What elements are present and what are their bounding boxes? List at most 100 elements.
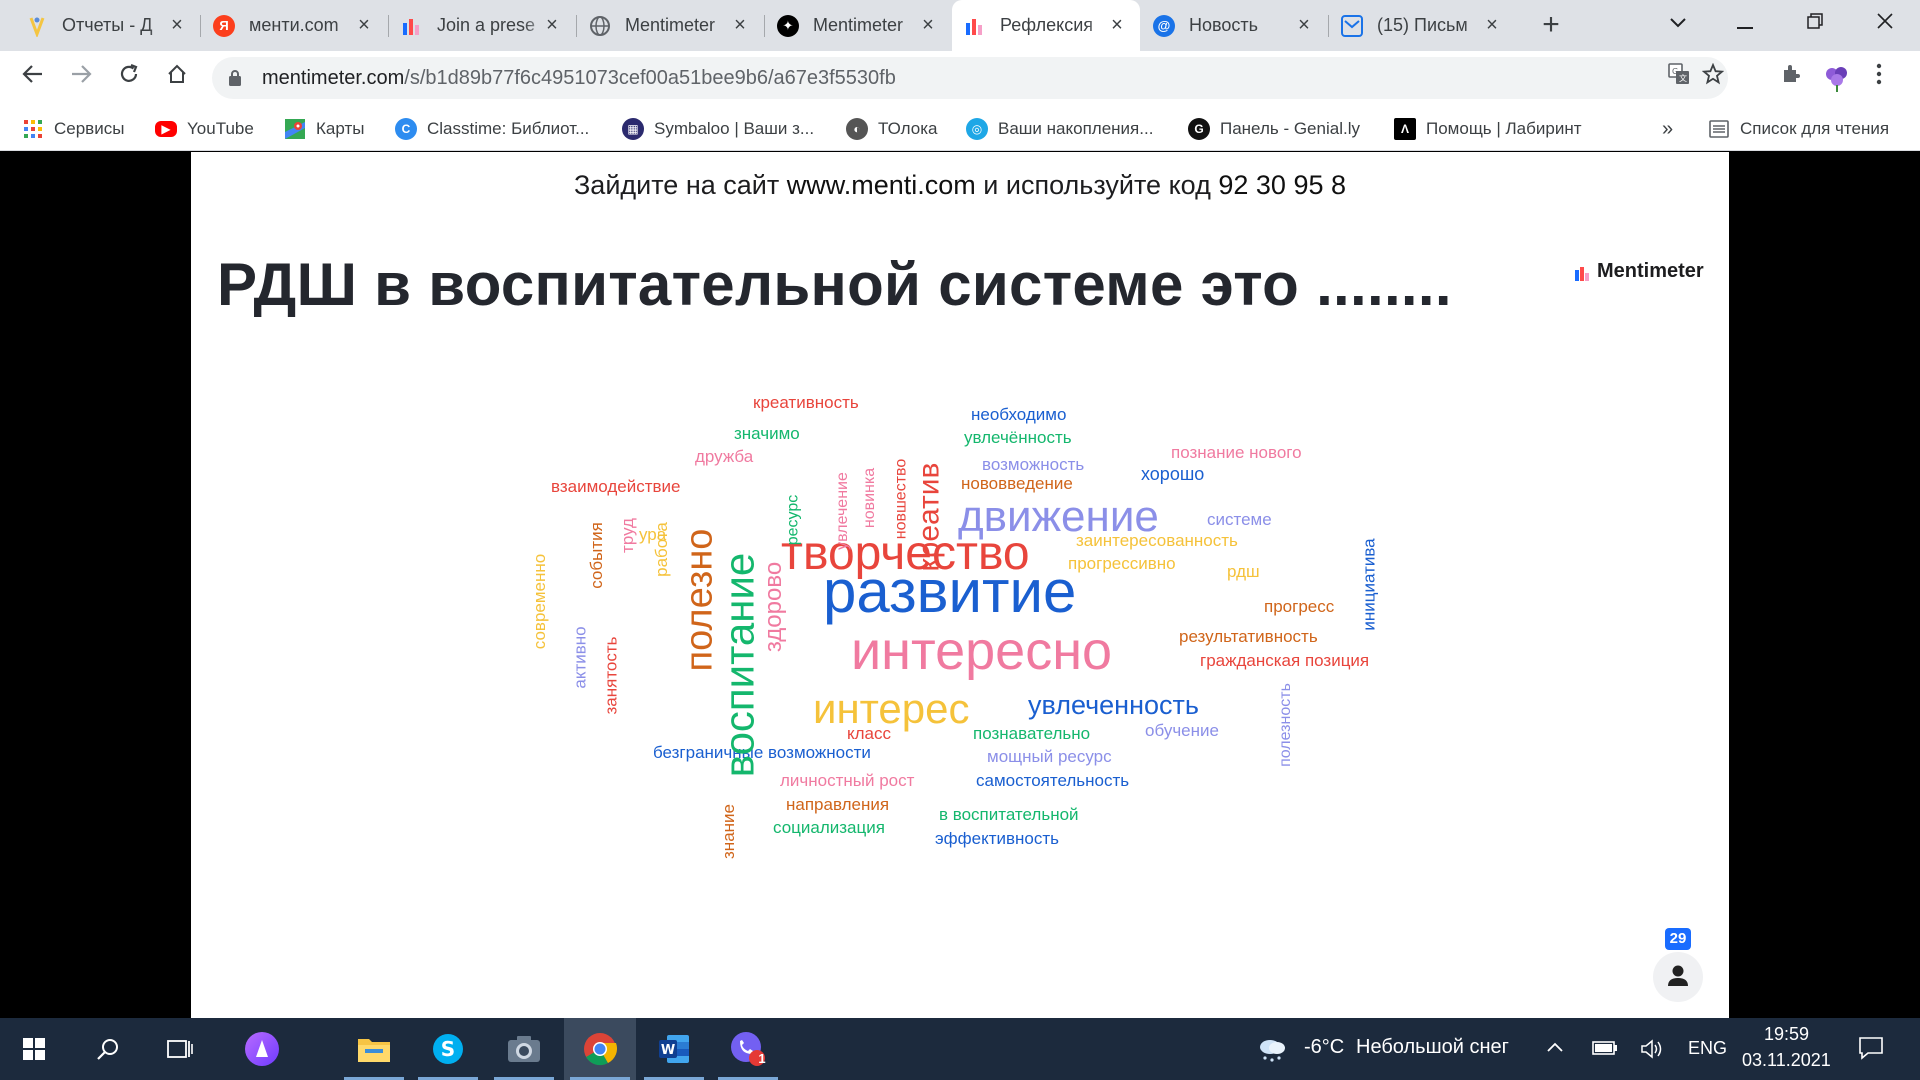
- word-cloud-word: значимо: [734, 424, 800, 443]
- savings-icon: ◎: [966, 118, 988, 140]
- skype-button[interactable]: S: [412, 1018, 484, 1080]
- bookmark-labirint[interactable]: Λ Помощь | Лабиринт: [1394, 117, 1582, 141]
- person-icon: [1668, 965, 1688, 986]
- word-cloud-word: развитие: [823, 558, 1077, 625]
- tab-title: Новость: [1189, 15, 1259, 35]
- tab-title: Рефлексия: [1000, 15, 1094, 35]
- menu-kebab-icon[interactable]: [1864, 63, 1894, 93]
- close-icon[interactable]: ×: [1106, 14, 1128, 36]
- tab-pisma[interactable]: (15) Письм ×: [1329, 0, 1515, 51]
- labirint-icon: Λ: [1394, 118, 1416, 140]
- close-icon[interactable]: ×: [729, 14, 751, 36]
- word-cloud-word: здорово: [760, 561, 788, 653]
- svg-text:G: G: [1672, 67, 1678, 76]
- new-tab-button[interactable]: +: [1535, 8, 1567, 42]
- word-cloud-word: взаимодействие: [551, 477, 681, 496]
- alice-button[interactable]: [226, 1018, 298, 1080]
- camera-button[interactable]: [488, 1018, 560, 1080]
- close-window-button[interactable]: [1862, 8, 1908, 38]
- word-cloud-word: увлечённость: [964, 428, 1072, 447]
- folder-icon: [358, 1039, 390, 1062]
- language-indicator[interactable]: ENG: [1688, 1038, 1727, 1059]
- speaker-icon: [1641, 1039, 1662, 1059]
- close-icon[interactable]: ×: [353, 14, 375, 36]
- close-icon[interactable]: ×: [166, 14, 188, 36]
- reload-button[interactable]: [112, 61, 146, 95]
- viber-badge: 1: [758, 1051, 766, 1066]
- volume-button[interactable]: [1640, 1038, 1664, 1065]
- word-cloud-word: направления: [786, 795, 890, 814]
- show-hidden-icons-button[interactable]: [1546, 1040, 1564, 1058]
- reading-list-button[interactable]: Список для чтения: [1708, 117, 1889, 141]
- file-explorer-button[interactable]: [338, 1018, 410, 1080]
- bookmark-symbaloo[interactable]: ▦ Symbaloo | Ваши з...: [622, 117, 814, 141]
- word-icon: W: [659, 1035, 689, 1063]
- genially-icon: G: [1188, 118, 1210, 140]
- bookmark-maps[interactable]: Карты: [284, 117, 364, 141]
- word-cloud-word: увлеченность: [1028, 690, 1199, 720]
- tab-mentimeter-2[interactable]: ✦ Mentimeter ×: [765, 0, 951, 51]
- word-cloud-word: прогресс: [1264, 597, 1335, 616]
- word-cloud-word: познавательно: [973, 724, 1091, 743]
- bookmark-star-icon[interactable]: [1698, 62, 1728, 93]
- bookmark-genially[interactable]: G Панель - Genial.ly: [1188, 117, 1360, 141]
- tab-yandex[interactable]: Я менти.com ×: [201, 0, 387, 51]
- search-button[interactable]: [72, 1018, 144, 1080]
- extensions-icon[interactable]: [1776, 63, 1806, 93]
- word-cloud-word: полезность: [1276, 683, 1294, 767]
- tab-otchety[interactable]: Отчеты - Д ×: [14, 0, 200, 51]
- word-cloud-word: познание нового: [1171, 443, 1302, 462]
- skype-icon: S: [433, 1034, 463, 1064]
- tab-novost[interactable]: @ Новость ×: [1141, 0, 1327, 51]
- word-cloud-word: обучение: [1145, 721, 1219, 740]
- word-cloud-word: личностный рост: [780, 771, 915, 790]
- participants-button[interactable]: [1653, 952, 1703, 1002]
- close-icon[interactable]: ×: [1293, 14, 1315, 36]
- svg-text:S: S: [441, 1037, 455, 1061]
- notification-icon: [1859, 1037, 1883, 1060]
- clock-date[interactable]: 03.11.2021: [1742, 1050, 1831, 1071]
- task-view-button[interactable]: [144, 1018, 216, 1080]
- tab-search-button[interactable]: [1655, 8, 1701, 38]
- word-button[interactable]: W: [638, 1018, 710, 1080]
- tab-join-presentation[interactable]: Join a prese ×: [389, 0, 575, 51]
- restore-button[interactable]: [1792, 8, 1838, 38]
- battery-button[interactable]: [1592, 1040, 1618, 1061]
- tab-title: менти.com: [249, 15, 339, 35]
- clock-time[interactable]: 19:59: [1764, 1024, 1809, 1045]
- word-cloud-word: дружба: [695, 447, 754, 466]
- address-bar[interactable]: mentimeter.com/s/b1d89b77f6c4951073cef00…: [212, 57, 1728, 99]
- tab-mentimeter-1[interactable]: Mentimeter ×: [577, 0, 763, 51]
- minimize-button[interactable]: [1722, 8, 1768, 38]
- word-cloud-word: инициатива: [1359, 537, 1379, 631]
- battery-icon: [1592, 1041, 1617, 1055]
- weather-widget[interactable]: -6°C Небольшой снег: [1256, 1028, 1536, 1070]
- close-icon[interactable]: ×: [541, 14, 563, 36]
- bookmarks-overflow-button[interactable]: »: [1662, 117, 1673, 141]
- page-content: Зайдите на сайт www.menti.com и использу…: [0, 152, 1920, 1018]
- word-cloud-word: мощный ресурс: [987, 747, 1112, 766]
- forward-button[interactable]: [64, 61, 98, 95]
- tab-refleksiya[interactable]: Рефлексия ×: [952, 0, 1140, 51]
- back-button[interactable]: [16, 61, 50, 95]
- profile-avatar[interactable]: [1822, 63, 1852, 93]
- bookmark-savings[interactable]: ◎ Ваши накопления...: [966, 117, 1153, 141]
- chevron-up-icon: [1547, 1042, 1563, 1052]
- home-button[interactable]: [160, 61, 194, 95]
- bookmark-toloka[interactable]: ◐ ТОлока: [846, 117, 937, 141]
- notifications-button[interactable]: [1858, 1036, 1884, 1065]
- word-cloud-word: заинтересованность: [1076, 531, 1238, 550]
- bookmark-servisy[interactable]: Сервисы: [22, 117, 124, 141]
- word-cloud-word: занятость: [601, 635, 621, 715]
- word-cloud-word: самостоятельность: [976, 771, 1130, 790]
- bookmark-youtube[interactable]: ▶ YouTube: [155, 117, 254, 141]
- chrome-button[interactable]: [564, 1018, 636, 1080]
- bookmark-classtime[interactable]: C Classtime: Библиот...: [395, 117, 589, 141]
- start-button[interactable]: [0, 1018, 68, 1080]
- close-icon[interactable]: ×: [917, 14, 939, 36]
- word-cloud-word: в воспитательной: [939, 805, 1079, 824]
- alice-icon: [245, 1032, 279, 1066]
- viber-button[interactable]: 1: [712, 1018, 784, 1080]
- translate-icon[interactable]: G文: [1664, 63, 1694, 93]
- close-icon[interactable]: ×: [1481, 14, 1503, 36]
